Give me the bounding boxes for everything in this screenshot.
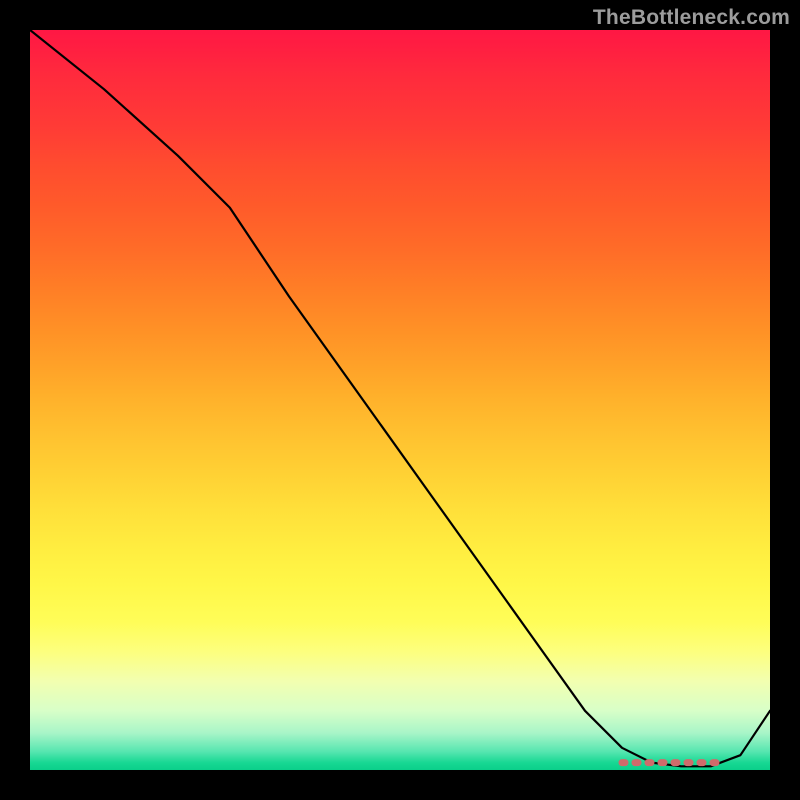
curve-layer [30,30,770,770]
watermark-text: TheBottleneck.com [593,6,790,30]
bottleneck-curve [30,30,770,766]
chart-stage: TheBottleneck.com [0,0,800,800]
plot-area [30,30,770,770]
